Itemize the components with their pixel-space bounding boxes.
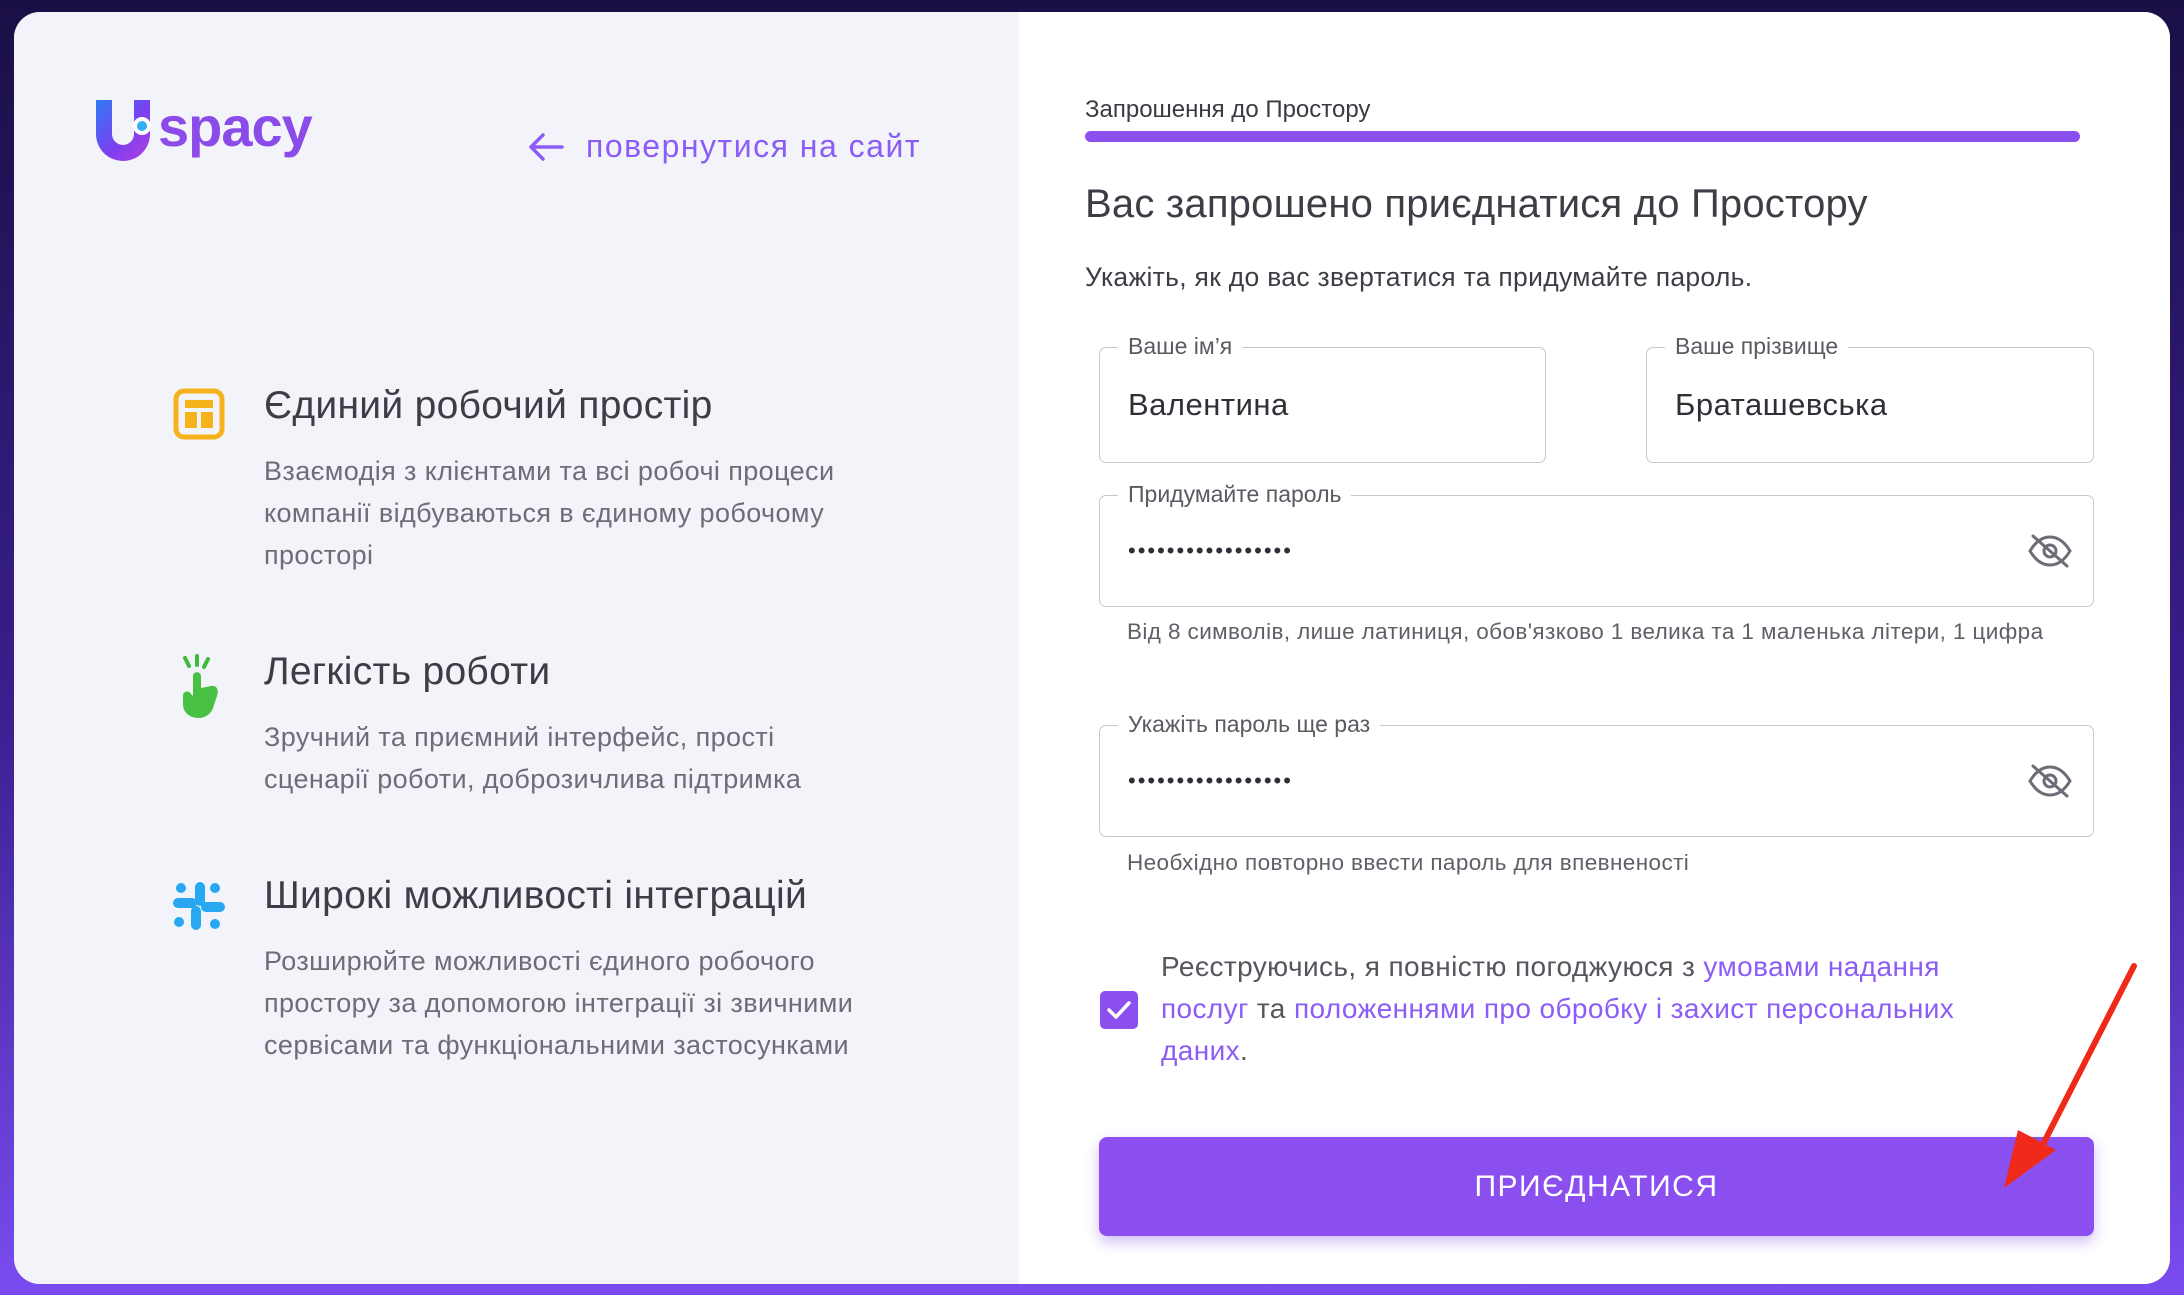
password-repeat-label: Укажіть пароль ще раз [1118, 711, 1381, 737]
form-subtitle: Укажіть, як до вас звертатися та придума… [1085, 262, 1753, 292]
logo-text: spacy [158, 94, 313, 158]
feature-title: Широкі можливості інтеграцій [264, 874, 808, 917]
feature-title: Легкість роботи [264, 650, 551, 693]
eye-off-icon[interactable] [2027, 763, 2073, 799]
progress-bar [1085, 131, 2080, 142]
terms-middle: та [1248, 993, 1294, 1024]
password-value[interactable]: ••••••••••••••••• [1128, 538, 1293, 564]
integration-icon [173, 882, 225, 930]
password-label: Придумайте пароль [1118, 481, 1352, 507]
feature-title: Єдиний робочий простір [264, 384, 713, 427]
last-name-field[interactable]: Ваше прізвище Браташевська [1646, 333, 2094, 463]
feature-integrations: Широкі можливості інтеграцій Розширюйте … [168, 874, 884, 1066]
last-name-label: Ваше прізвище [1665, 333, 1849, 359]
layout-icon [173, 388, 225, 440]
feature-text: Взаємодія з клієнтами та всі робочі проц… [264, 456, 835, 570]
terms-suffix: . [1240, 1035, 1249, 1066]
back-to-site-link[interactable]: повернутися на сайт [528, 128, 921, 165]
feature-text: Розширюйте можливості єдиного робочого п… [264, 946, 854, 1060]
feature-workspace: Єдиний робочий простір Взаємодія з клієн… [168, 384, 884, 576]
uspacy-logo[interactable]: spacy [92, 94, 313, 162]
password-hint: Від 8 символів, лише латиниця, обов'язко… [1127, 619, 2044, 644]
password-repeat-value[interactable]: ••••••••••••••••• [1128, 768, 1293, 794]
back-link-label: повернутися на сайт [586, 128, 921, 164]
password-field[interactable]: Придумайте пароль ••••••••••••••••• [1099, 481, 2094, 607]
form-title: Вас запрошено приєднатися до Простору [1085, 182, 1868, 226]
password-repeat-field[interactable]: Укажіть пароль ще раз ••••••••••••••••• [1099, 711, 2094, 837]
eye-off-icon[interactable] [2027, 533, 2073, 569]
logo-u-icon [96, 100, 151, 161]
check-icon [1107, 1001, 1131, 1019]
password-repeat-hint: Необхідно повторно ввести пароль для впе… [1127, 850, 1690, 875]
terms-prefix: Реєструючись, я повністю погоджуюся з [1161, 951, 1704, 982]
terms-text: Реєструючись, я повністю погоджуюся з ум… [1161, 946, 1991, 1072]
arrow-left-icon [529, 132, 564, 161]
join-button[interactable]: ПРИЄДНАТИСЯ [1099, 1137, 2094, 1236]
first-name-field[interactable]: Ваше ім’я Валентина [1099, 333, 1546, 463]
info-panel: spacy повернутися на сайт Єдиний робочий… [14, 12, 1019, 1284]
first-name-value[interactable]: Валентина [1128, 387, 1289, 423]
terms-checkbox[interactable] [1100, 991, 1138, 1029]
last-name-value[interactable]: Браташевська [1675, 387, 1888, 423]
feature-text: Зручний та приємний інтерфейс, прості сц… [264, 722, 802, 794]
feature-ease: Легкість роботи Зручний та приємний інте… [168, 650, 884, 800]
step-label: Запрошення до Простору [1085, 96, 1371, 123]
first-name-label: Ваше ім’я [1118, 333, 1243, 359]
hand-click-icon [183, 654, 218, 718]
